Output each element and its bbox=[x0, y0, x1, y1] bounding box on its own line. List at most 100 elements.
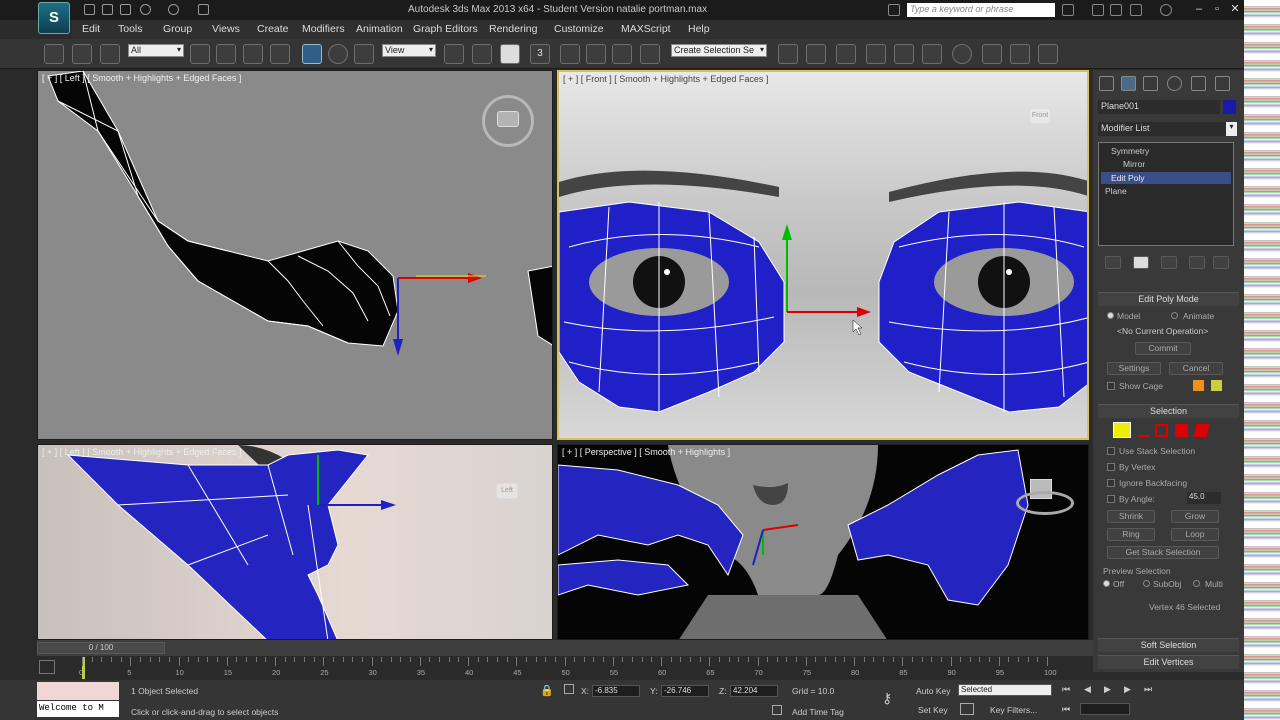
spinner-snap-icon[interactable] bbox=[612, 44, 632, 64]
settings-button[interactable]: Settings bbox=[1107, 362, 1161, 375]
selection-filter-dropdown[interactable]: All bbox=[128, 44, 184, 57]
set-key-button[interactable]: Set Key bbox=[918, 705, 948, 715]
grow-button[interactable]: Grow bbox=[1171, 510, 1219, 523]
viewcube-ring[interactable] bbox=[1016, 491, 1074, 515]
polygon-mode-icon[interactable] bbox=[1175, 424, 1188, 437]
viewport-perspective[interactable]: [ + ] [ Perspective ] [ Smooth + Highlig… bbox=[557, 444, 1089, 640]
key-mode-toggle-icon[interactable]: ⏮ bbox=[1062, 704, 1070, 715]
mirror-icon[interactable] bbox=[778, 44, 798, 64]
menu-group[interactable]: Group bbox=[163, 23, 192, 35]
rollout-edit-vertices[interactable]: Edit Vertices bbox=[1098, 655, 1239, 669]
track-bar[interactable]: 0 5 10 15 20 25 30 35 40 45 50 55 60 65 70 75 80 85 90 95 10… bbox=[37, 657, 1093, 679]
preview-subobj-radio[interactable] bbox=[1143, 580, 1150, 587]
create-tab-icon[interactable] bbox=[1099, 76, 1114, 91]
app-logo[interactable]: S bbox=[38, 2, 70, 34]
play-icon[interactable]: ▶ bbox=[1104, 684, 1111, 695]
menu-maxscript[interactable]: MAXScript bbox=[621, 23, 671, 35]
pivot-center-icon[interactable] bbox=[444, 44, 464, 64]
go-to-start-icon[interactable]: ⏮ bbox=[1062, 684, 1070, 695]
select-manipulate-icon[interactable] bbox=[472, 44, 492, 64]
lock-icon[interactable]: 🔒 bbox=[540, 684, 554, 697]
select-object-icon[interactable] bbox=[190, 44, 210, 64]
viewcube[interactable]: Left bbox=[496, 483, 518, 499]
menu-animation[interactable]: Animation bbox=[356, 23, 403, 35]
stack-item-symmetry[interactable]: Symmetry bbox=[1111, 146, 1149, 156]
curve-editor-icon[interactable] bbox=[894, 44, 914, 64]
render-production-icon[interactable] bbox=[1038, 44, 1058, 64]
viewcube[interactable] bbox=[497, 111, 519, 127]
link-icon[interactable] bbox=[44, 44, 64, 64]
window-crossing-icon[interactable] bbox=[270, 44, 290, 64]
viewport-label[interactable]: [ + ] [ Left ] [ Smooth + Highlights + E… bbox=[42, 447, 241, 457]
viewcube[interactable]: Front bbox=[1029, 108, 1051, 124]
menu-icon[interactable] bbox=[888, 4, 900, 16]
make-unique-icon[interactable] bbox=[1161, 256, 1177, 269]
border-mode-icon[interactable] bbox=[1155, 424, 1168, 437]
named-selection-dropdown[interactable]: Create Selection Se bbox=[671, 44, 767, 57]
y-coordinate-field[interactable]: -26.746 bbox=[661, 685, 709, 697]
viewport-left-bottom[interactable]: [ + ] [ Left ] [ Smooth + Highlights + E… bbox=[37, 444, 553, 640]
auto-key-button[interactable]: Auto Key bbox=[916, 686, 951, 696]
viewport-label[interactable]: [ + ] [ Front ] [ Smooth + Highlights + … bbox=[563, 74, 768, 84]
remove-modifier-icon[interactable] bbox=[1189, 256, 1205, 269]
maxscript-listener-input[interactable]: Welcome to M bbox=[37, 701, 119, 717]
show-end-result-icon[interactable] bbox=[1133, 256, 1149, 269]
help-icon[interactable] bbox=[1160, 4, 1172, 16]
maxscript-listener-top[interactable] bbox=[37, 682, 119, 700]
add-time-tag[interactable]: Add Time Tag bbox=[792, 707, 844, 717]
menu-help[interactable]: Help bbox=[688, 23, 710, 35]
time-slider[interactable]: 0 / 100 bbox=[37, 642, 165, 654]
by-angle-checkbox[interactable] bbox=[1107, 495, 1115, 503]
set-key-icon[interactable] bbox=[960, 703, 974, 715]
absolute-offset-icon[interactable] bbox=[564, 684, 574, 694]
chevron-down-icon[interactable]: ▾ bbox=[1226, 122, 1237, 136]
utilities-tab-icon[interactable] bbox=[1215, 76, 1230, 91]
layer-manager-icon[interactable] bbox=[836, 44, 856, 64]
radio-animate[interactable] bbox=[1171, 312, 1178, 319]
cancel-button[interactable]: Cancel bbox=[1169, 362, 1223, 375]
unlink-icon[interactable] bbox=[72, 44, 92, 64]
edit-named-selection-icon[interactable] bbox=[640, 44, 660, 64]
preview-off-radio[interactable] bbox=[1103, 580, 1110, 587]
menu-rendering[interactable]: Rendering bbox=[489, 23, 537, 35]
material-editor-icon[interactable] bbox=[952, 44, 972, 64]
menu-edit[interactable]: Edit bbox=[82, 23, 100, 35]
angle-snap-icon[interactable] bbox=[560, 44, 580, 64]
commit-button[interactable]: Commit bbox=[1135, 342, 1191, 355]
x-coordinate-field[interactable]: -6.835 bbox=[592, 685, 640, 697]
rollout-edit-poly-mode[interactable]: Edit Poly Mode bbox=[1098, 292, 1239, 306]
rendered-frame-window-icon[interactable] bbox=[1010, 44, 1030, 64]
schematic-view-icon[interactable] bbox=[922, 44, 942, 64]
loop-button[interactable]: Loop bbox=[1171, 528, 1219, 541]
open-icon[interactable] bbox=[102, 4, 113, 15]
previous-frame-icon[interactable]: ◀ bbox=[1084, 684, 1091, 695]
mini-curve-editor-icon[interactable] bbox=[39, 660, 55, 674]
pin-stack-icon[interactable] bbox=[1105, 256, 1121, 269]
motion-tab-icon[interactable] bbox=[1167, 76, 1182, 91]
angle-spinner[interactable]: 45.0 bbox=[1187, 492, 1221, 504]
key-filters-button[interactable]: Key Filters... bbox=[990, 705, 1037, 715]
next-frame-icon[interactable]: ▶ bbox=[1124, 684, 1131, 695]
menu-views[interactable]: Views bbox=[212, 23, 240, 35]
percent-snap-icon[interactable] bbox=[586, 44, 606, 64]
menu-modifiers[interactable]: Modifiers bbox=[302, 23, 345, 35]
rollout-selection[interactable]: Selection bbox=[1098, 404, 1239, 418]
cage-color-swatch[interactable] bbox=[1193, 380, 1204, 391]
modifier-list-dropdown[interactable]: Modifier List bbox=[1098, 122, 1233, 136]
element-mode-icon[interactable] bbox=[1193, 424, 1210, 437]
move-icon[interactable] bbox=[302, 44, 322, 64]
stack-item-mirror[interactable]: Mirror bbox=[1123, 159, 1145, 169]
rotate-icon[interactable] bbox=[328, 44, 348, 64]
viewport-left-top[interactable]: [ + ] [ Left ] [ Smooth + Highlights + E… bbox=[37, 70, 553, 440]
radio-model[interactable] bbox=[1107, 312, 1114, 319]
keyboard-shortcut-icon[interactable] bbox=[500, 44, 520, 64]
undo-icon[interactable] bbox=[140, 4, 151, 15]
ring-button[interactable]: Ring bbox=[1107, 528, 1155, 541]
restore-button[interactable]: ▫ bbox=[1210, 3, 1224, 16]
modify-tab-icon[interactable] bbox=[1121, 76, 1136, 91]
rectangle-selection-icon[interactable] bbox=[243, 44, 263, 64]
current-frame-field[interactable] bbox=[1080, 703, 1130, 715]
reference-coordinate-dropdown[interactable]: View bbox=[382, 44, 436, 57]
align-icon[interactable] bbox=[806, 44, 826, 64]
edge-mode-icon[interactable] bbox=[1137, 424, 1150, 437]
